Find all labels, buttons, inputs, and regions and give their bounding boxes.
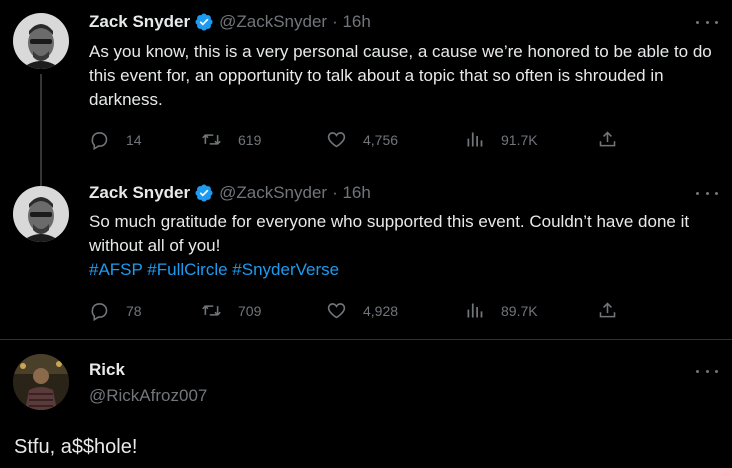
retweet-icon xyxy=(202,305,221,316)
reply-button[interactable]: 14 xyxy=(89,129,142,150)
reply-icon xyxy=(91,303,108,321)
avatar[interactable] xyxy=(13,354,69,410)
avatar[interactable] xyxy=(13,186,69,242)
retweet-icon xyxy=(202,134,221,145)
share-button[interactable] xyxy=(597,300,634,321)
like-button[interactable]: 4,756 xyxy=(326,129,398,150)
view-count: 89.7K xyxy=(501,302,538,319)
retweet-button[interactable]: 619 xyxy=(201,129,261,150)
focused-tweet[interactable]: Rick @RickAfroz007 Stfu, a$$hole! xyxy=(0,339,732,468)
author-name[interactable]: Zack Snyder xyxy=(89,183,190,203)
thread-line xyxy=(40,74,42,173)
analytics-icon xyxy=(467,132,483,147)
more-icon[interactable] xyxy=(696,187,718,199)
avatar[interactable] xyxy=(13,13,69,69)
reply-count: 14 xyxy=(126,131,142,148)
share-icon xyxy=(599,131,616,147)
like-button[interactable]: 4,928 xyxy=(326,300,398,321)
tweet-header: Zack Snyder @ZackSnyder · 16h xyxy=(89,183,371,203)
tweet-body: So much gratitude for everyone who suppo… xyxy=(89,212,690,255)
like-count: 4,756 xyxy=(363,131,399,148)
action-bar: 78 709 4,928 89.7K xyxy=(89,300,732,324)
heart-icon xyxy=(327,132,346,148)
author-handle[interactable]: @ZackSnyder xyxy=(219,12,327,32)
tweet-text: So much gratitude for everyone who suppo… xyxy=(89,210,717,282)
timestamp[interactable]: · 16h xyxy=(332,12,371,32)
view-count: 91.7K xyxy=(501,131,538,148)
timestamp[interactable]: · 16h xyxy=(332,183,371,203)
tweet-text: Stfu, a$$hole! xyxy=(14,436,138,458)
thread-line xyxy=(40,173,42,186)
retweet-button[interactable]: 709 xyxy=(201,300,261,321)
author-name[interactable]: Rick xyxy=(89,360,125,380)
tweet-header: Zack Snyder @ZackSnyder · 16h xyxy=(89,12,371,32)
heart-icon xyxy=(327,303,346,319)
views-button[interactable]: 89.7K xyxy=(464,300,538,321)
author-handle[interactable]: @ZackSnyder xyxy=(219,183,327,203)
retweet-count: 709 xyxy=(238,302,262,319)
author-name[interactable]: Zack Snyder xyxy=(89,12,190,32)
reply-button[interactable]: 78 xyxy=(89,300,142,321)
hashtag-links[interactable]: #AFSP #FullCircle #SnyderVerse xyxy=(89,260,339,279)
more-icon[interactable] xyxy=(696,365,718,377)
retweet-count: 619 xyxy=(238,131,262,148)
verified-badge-icon[interactable] xyxy=(194,12,214,32)
analytics-icon xyxy=(467,303,483,318)
views-button[interactable]: 91.7K xyxy=(464,129,538,150)
author-handle[interactable]: @RickAfroz007 xyxy=(89,386,207,406)
more-icon[interactable] xyxy=(696,16,718,28)
avatar-photo xyxy=(13,13,69,69)
tweet-text: As you know, this is a very personal cau… xyxy=(89,42,712,109)
reply-icon xyxy=(91,132,108,150)
like-count: 4,928 xyxy=(363,302,399,319)
share-button[interactable] xyxy=(597,129,634,150)
tweet-1[interactable]: Zack Snyder @ZackSnyder · 16h As you kno… xyxy=(0,0,732,173)
avatar-photo xyxy=(13,186,69,242)
action-bar: 14 619 4,756 91.7K xyxy=(89,129,732,153)
avatar-photo xyxy=(13,354,69,410)
reply-count: 78 xyxy=(126,302,142,319)
verified-badge-icon[interactable] xyxy=(194,183,214,203)
share-icon xyxy=(599,302,616,318)
tweet-2[interactable]: Zack Snyder @ZackSnyder · 16h So much gr… xyxy=(0,173,732,339)
